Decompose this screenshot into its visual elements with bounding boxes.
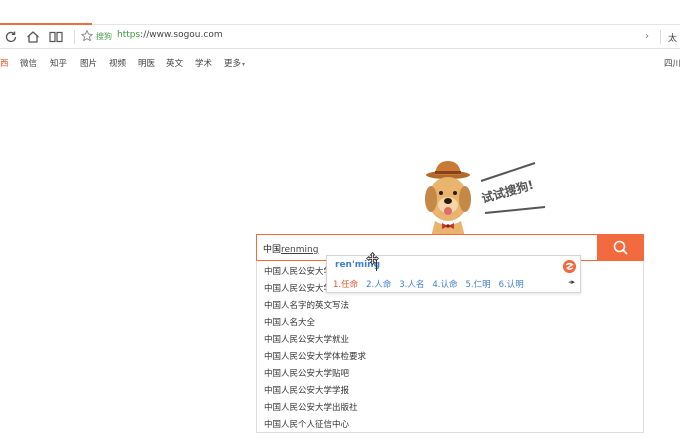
nav-item-web[interactable]: 西 [0,57,9,69]
ime-candidate[interactable]: 5.仁明 [466,280,491,290]
search-button[interactable] [597,234,644,261]
nav-location-label[interactable]: 四川 [664,57,680,69]
url-host: ://www.sogou.com [140,30,223,40]
move-cursor-icon [366,252,379,265]
nav-more-label: 更多 [224,59,242,69]
ime-page-arrows: ◂▸ [568,278,575,286]
suggestion-item[interactable]: 中国人民公安大学就业 [264,333,349,345]
address-separator [74,30,75,44]
site-security-tag: 搜狗 [96,32,112,41]
search-query-composition: renming [281,245,319,255]
address-bar: 搜狗 https://www.sogou.com › 太 [0,25,680,49]
nav-item-images[interactable]: 图片 [80,57,97,69]
nav-item-weixin[interactable]: 微信 [20,57,37,69]
address-right-label[interactable]: 太 [668,31,677,44]
nav-item-scholar[interactable]: 学术 [195,57,212,69]
sogou-dog-mascot: 试试搜狗! [425,161,546,237]
suggestion-item[interactable]: 中国人民公安大学贴吧 [264,367,349,379]
ime-candidate[interactable]: 1.任命 [333,280,358,290]
sogou-ime-logo-icon[interactable] [563,260,576,273]
suggestion-item[interactable]: 中国人名大全 [264,316,315,328]
home-icon[interactable] [25,29,41,45]
suggestion-item[interactable]: 中国人民公安大学 [264,282,332,294]
search-query-text: 中国renming [263,242,318,255]
address-separator-right [660,30,661,44]
ime-candidate[interactable]: 2.人命 [366,280,391,290]
search-icon [613,240,628,255]
nav-item-more[interactable]: 更多▾ [224,57,245,69]
ime-candidate-window: ren'ming 1.任命 2.人命 3.人名 4.认命 5.仁明 6.认明 ◂▸ [326,255,581,293]
nav-item-video[interactable]: 视频 [109,57,126,69]
address-forward-chevron-icon[interactable]: › [645,31,649,42]
chevron-down-icon: ▾ [242,61,246,68]
refresh-icon[interactable] [3,29,19,45]
mascot-badge-text: 试试搜狗! [480,177,536,206]
ime-next-page-icon[interactable]: ▸ [572,278,576,286]
url-field[interactable]: https://www.sogou.com [117,30,223,40]
search-category-nav: 西 微信 知乎 图片 视频 明医 英文 学术 更多▾ 四川 [0,57,680,71]
nav-item-english[interactable]: 英文 [166,57,183,69]
suggestion-item[interactable]: 中国人名字的英文写法 [264,299,349,311]
search-query-prefix: 中国 [263,245,282,255]
suggestion-item[interactable]: 中国人民公安大学体检要求 [264,350,366,362]
suggestion-item[interactable]: 中国人民公安大学出版社 [264,401,358,413]
suggestion-item[interactable]: 中国人民公安大学 [264,265,332,277]
ime-candidate[interactable]: 3.人名 [399,280,424,290]
favorite-star-icon[interactable] [80,29,94,43]
reading-mode-icon[interactable] [48,29,64,45]
ime-candidate[interactable]: 4.认命 [432,280,457,290]
url-scheme: https [117,30,141,40]
tab-strip [0,0,680,24]
suggestion-item[interactable]: 中国人民个人征信中心 [264,418,349,430]
suggestion-item[interactable]: 中国人民公安大学学报 [264,384,349,396]
ime-candidate-list: 1.任命 2.人命 3.人名 4.认命 5.仁明 6.认明 [333,278,532,290]
ime-candidate[interactable]: 6.认明 [499,280,524,290]
nav-item-mingyi[interactable]: 明医 [138,57,155,69]
nav-item-zhihu[interactable]: 知乎 [50,57,67,69]
